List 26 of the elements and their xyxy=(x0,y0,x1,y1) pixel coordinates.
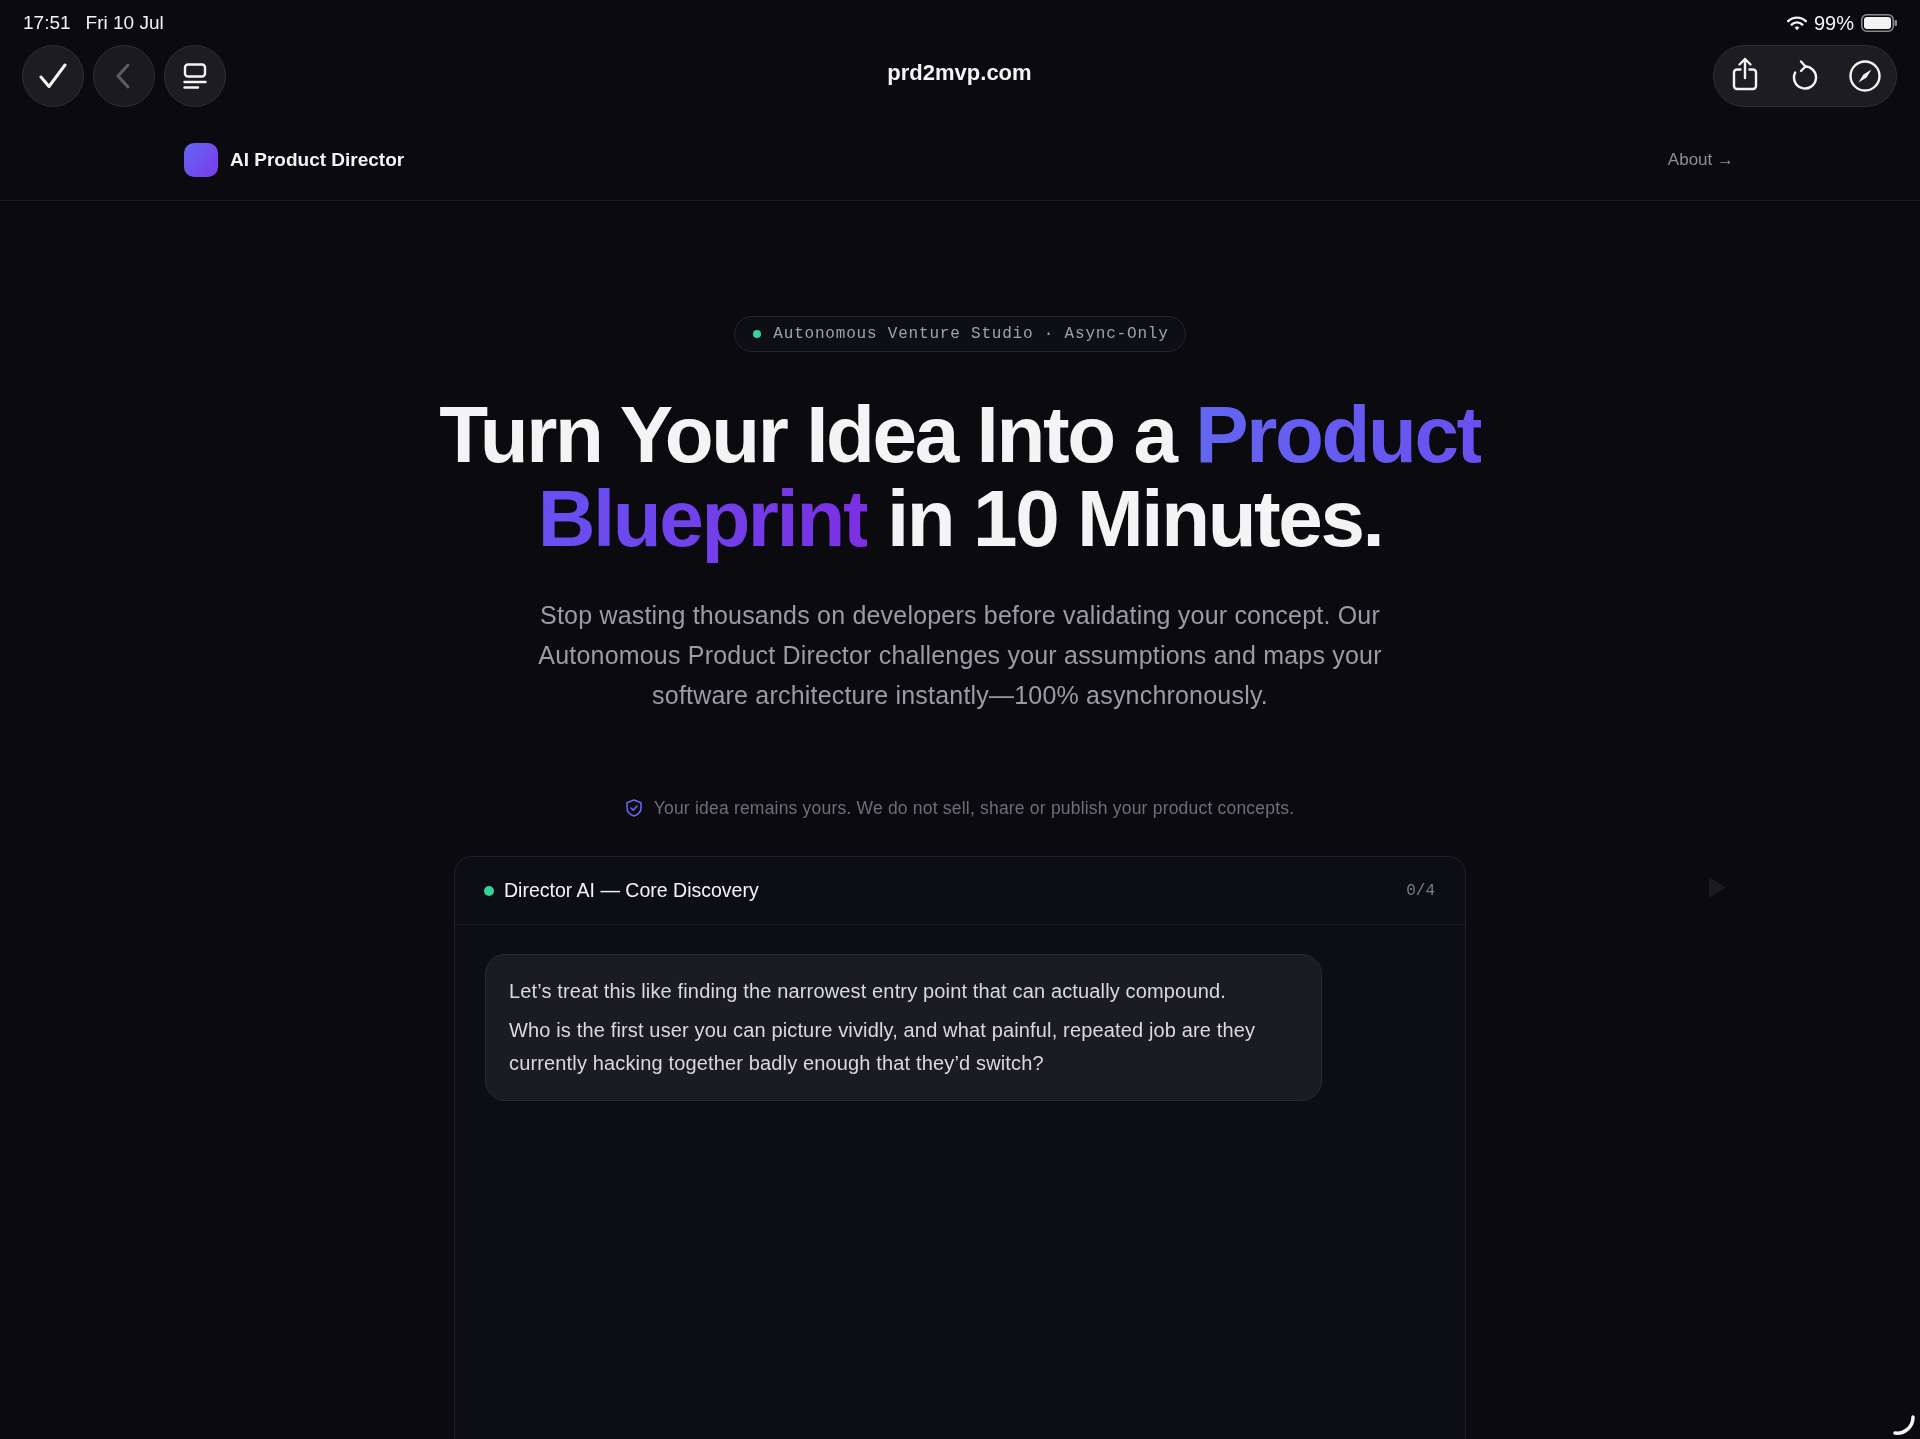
logo-icon xyxy=(184,143,218,177)
reload-icon xyxy=(1791,58,1819,91)
status-dot-icon xyxy=(484,885,494,896)
address-bar[interactable]: prd2mvp.com xyxy=(887,60,1032,86)
share-icon xyxy=(1732,57,1758,91)
wifi-icon xyxy=(1786,15,1807,31)
compass-icon xyxy=(1849,60,1881,92)
chat-title: Director AI — Core Discovery xyxy=(504,879,760,902)
privacy-note: Your idea remains yours. We do not sell, share or publish your product concepts. xyxy=(653,798,1295,818)
message-paragraph: Let’s treat this like finding the narrowest entry point that can actually compound. xyxy=(509,979,1227,1004)
hero-subtitle: Stop wasting thousands on developers before validating your concept. Our Autonomous Product Director challenges your assumptions and maps your software architecture instantly—100% asynchronously. xyxy=(537,600,1383,711)
battery-icon xyxy=(1861,14,1897,32)
studio-badge: Autonomous Venture Studio · Async-Only xyxy=(734,316,1186,352)
status-time: 17:51 xyxy=(23,12,71,34)
status-dot-icon xyxy=(753,330,762,338)
shield-check-icon xyxy=(625,799,642,817)
about-link[interactable]: About → xyxy=(1667,150,1734,170)
status-date: Fri 10 Jul xyxy=(85,12,164,34)
chevron-left-icon xyxy=(115,63,130,89)
message-paragraph: Who is the first user you can picture vividly, and what painful, repeated job are they currently hacking together badly enough that they’d switch? xyxy=(509,1018,1257,1076)
battery-percent: 99% xyxy=(1813,11,1854,35)
question-counter: 0/4 xyxy=(1406,881,1435,900)
resize-handle-icon[interactable] xyxy=(1893,1415,1915,1435)
tabs-icon xyxy=(183,63,207,89)
check-icon xyxy=(39,63,67,89)
brand-link[interactable]: AI Product Director xyxy=(184,143,405,177)
